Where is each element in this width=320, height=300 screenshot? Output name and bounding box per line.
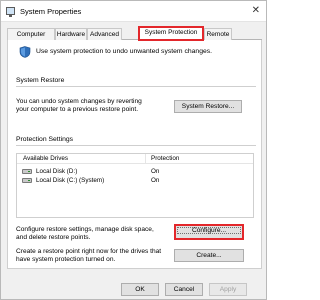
window-title: System Properties — [20, 7, 82, 16]
section-divider — [16, 86, 256, 87]
drives-list-header: Available Drives Protection — [17, 154, 253, 164]
section-divider — [16, 145, 256, 146]
system-restore-description: You can undo system changes by reverting… — [16, 98, 142, 113]
tab-strip: Computer Name Hardware Advanced System P… — [7, 26, 262, 49]
system-restore-title: System Restore — [16, 77, 65, 84]
system-restore-desc-line1: You can undo system changes by reverting — [16, 98, 142, 105]
create-description: Create a restore point right now for the… — [16, 248, 161, 263]
column-available-drives[interactable]: Available Drives — [23, 154, 68, 164]
system-protection-panel: Use system protection to undo unwanted s… — [7, 40, 262, 269]
create-desc-line1: Create a restore point right now for the… — [16, 248, 162, 255]
cancel-button[interactable]: Cancel — [165, 283, 203, 296]
configure-description: Configure restore settings, manage disk … — [16, 226, 154, 241]
column-protection[interactable]: Protection — [151, 154, 179, 164]
drive-icon — [22, 178, 32, 183]
configure-desc-line1: Configure restore settings, manage disk … — [16, 226, 154, 233]
system-properties-window: System Properties ✕ Computer Name Hardwa… — [0, 0, 267, 300]
column-divider — [145, 154, 146, 164]
tab-hardware[interactable]: Hardware — [55, 28, 87, 40]
create-desc-line2: have system protection turned on. — [16, 255, 116, 263]
drive-row[interactable]: Local Disk (C:) (System) On — [17, 176, 253, 185]
tab-remote[interactable]: Remote — [204, 28, 232, 40]
apply-button[interactable]: Apply — [209, 283, 247, 296]
system-restore-desc-line2: your computer to a previous restore poin… — [16, 105, 139, 113]
tab-computer-name[interactable]: Computer Name — [7, 28, 55, 49]
ok-button[interactable]: OK — [121, 283, 159, 296]
intro-text: Use system protection to undo unwanted s… — [36, 48, 213, 55]
create-button[interactable]: Create... — [174, 249, 244, 262]
configure-desc-line2: and delete restore points. — [16, 233, 91, 241]
title-bar: System Properties ✕ — [1, 1, 266, 22]
drive-row[interactable]: Local Disk (D:) On — [17, 167, 253, 176]
drives-list[interactable]: Available Drives Protection Local Disk (… — [16, 153, 254, 218]
shield-icon — [19, 46, 31, 58]
close-icon[interactable]: ✕ — [252, 5, 260, 17]
drive-protection: On — [151, 168, 160, 175]
drive-icon — [22, 169, 32, 174]
protection-settings-title: Protection Settings — [16, 136, 74, 143]
drive-name: Local Disk (C:) (System) — [36, 177, 105, 184]
configure-button-label: Configure... — [177, 227, 241, 234]
tab-system-protection[interactable]: System Protection — [138, 26, 204, 41]
configure-button[interactable]: Configure... — [174, 224, 244, 240]
drive-name: Local Disk (D:) — [36, 168, 78, 175]
drive-protection: On — [151, 177, 160, 184]
system-restore-button[interactable]: System Restore... — [174, 100, 242, 113]
tab-advanced[interactable]: Advanced — [87, 28, 122, 40]
app-icon — [6, 7, 15, 17]
